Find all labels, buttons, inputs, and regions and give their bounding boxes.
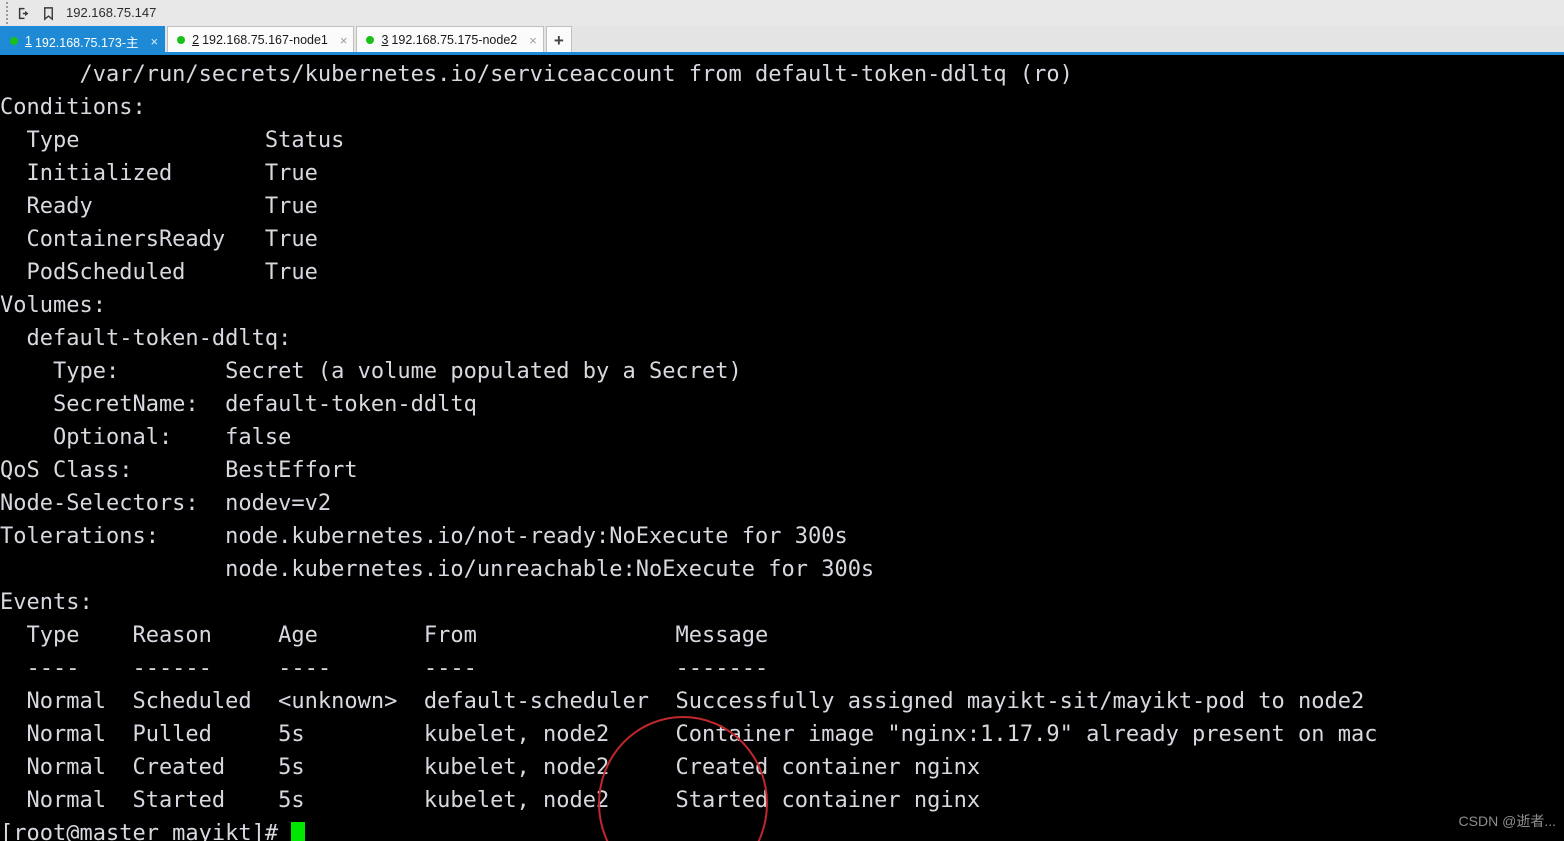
tab-index: 2 [192,33,200,47]
prompt-text: [root@master mayikt]# [0,821,292,841]
toolbar-title: 192.168.75.147 [66,5,157,20]
terminal-line: Normal Created 5s kubelet, node2 Created… [0,755,981,780]
terminal-line: Events: [0,590,93,615]
terminal-line: SecretName: default-token-ddltq [0,392,477,417]
terminal-line: Normal Scheduled <unknown> default-sched… [0,689,1365,714]
terminal-line: Type Reason Age From Message [0,623,769,648]
bookmark-icon[interactable] [36,1,60,25]
tab-192-168-75-167-node1[interactable]: 2 192.168.75.167-node1 × [167,26,355,53]
terminal-line: Type: Secret (a volume populated by a Se… [0,359,742,384]
terminal-output-pane[interactable]: /var/run/secrets/kubernetes.io/serviceac… [0,55,1564,841]
terminal-line: Volumes: [0,293,106,318]
terminal-line: Optional: false [0,425,292,450]
terminal-line: Initialized True [0,161,318,186]
terminal-line: Normal Pulled 5s kubelet, node2 Containe… [0,722,1378,747]
tab-index: 1 [25,34,32,48]
terminal-line: Conditions: [0,95,146,120]
terminal-line: default-token-ddltq: [0,326,292,351]
tab-192-168-75-175-node2[interactable]: 3 192.168.75.175-node2 × [356,26,544,53]
watermark: CSDN @逝者... [1458,813,1556,829]
terminal-line: ContainersReady True [0,227,318,252]
terminal-line: PodScheduled True [0,260,318,285]
tab-label: 192.168.75.167-node1 [202,33,328,47]
terminal-line: Node-Selectors: nodev=v2 [0,491,332,516]
toolbar-drag-handle[interactable] [2,0,12,26]
terminal-line: Normal Started 5s kubelet, node2 Started… [0,788,981,813]
tab-index: 3 [381,33,389,47]
new-tab-button[interactable]: + [545,26,572,53]
terminal-line: node.kubernetes.io/unreachable:NoExecute… [0,557,875,582]
terminal-line: ---- ------ ---- ---- ------- [0,656,769,681]
terminal-app-window: 192.168.75.147 1 192.168.75.173-主 × 2 19… [0,0,1564,841]
open-session-icon[interactable] [12,1,36,25]
tab-192-168-75-173[interactable]: 1 192.168.75.173-主 × [0,26,166,55]
terminal-text: /var/run/secrets/kubernetes.io/serviceac… [0,58,1564,841]
close-icon[interactable]: × [151,35,159,48]
connection-status-dot-icon [177,36,186,44]
terminal-line: Tolerations: node.kubernetes.io/not-read… [0,524,848,549]
tab-strip: 1 192.168.75.173-主 × 2 192.168.75.167-no… [0,26,1564,55]
terminal-line: /var/run/secrets/kubernetes.io/serviceac… [0,62,1073,87]
connection-status-dot-icon [366,36,375,44]
close-icon[interactable]: × [529,34,537,47]
shell-prompt: [root@master mayikt]# [0,817,1564,841]
close-icon[interactable]: × [340,34,348,47]
terminal-line: Ready True [0,194,318,219]
tab-label: 192.168.75.173-主 [34,35,139,50]
text-cursor [291,822,306,841]
terminal-line: Type Status [0,128,345,153]
tab-label: 192.168.75.175-node2 [391,33,518,47]
toolbar: 192.168.75.147 [0,0,1564,26]
connection-status-dot-icon [10,37,18,45]
terminal-line: QoS Class: BestEffort [0,458,358,483]
